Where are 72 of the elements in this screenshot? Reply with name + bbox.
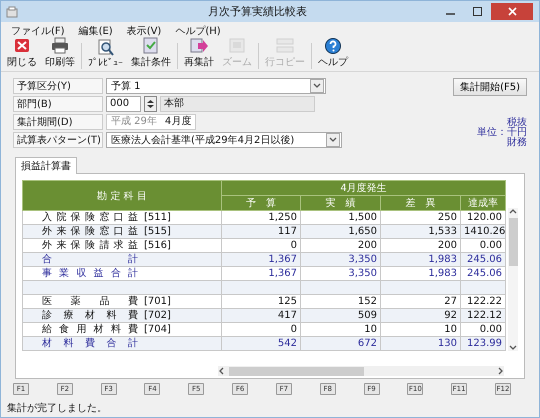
magnifier-page-icon [96, 39, 114, 56]
department-code-field[interactable]: 000 [106, 96, 141, 112]
menu-item[interactable]: 編集(E) [78, 24, 113, 37]
table-cell: 542 [222, 336, 300, 350]
toolbar-button[interactable]: ﾌﾟﾚﾋﾞｭｰ [86, 39, 125, 69]
toolbar-button[interactable]: 閉じる [5, 37, 39, 69]
table-cell: 123.99 [460, 336, 506, 350]
close-icon [508, 7, 516, 16]
field-label: 集計期間(D) [13, 114, 103, 130]
menu-item[interactable]: ヘルプ(H) [175, 24, 221, 37]
start-aggregation-button[interactable]: 集計開始(F5) [453, 78, 527, 96]
scroll-down-icon[interactable] [509, 343, 517, 351]
horizontal-scrollbar[interactable] [218, 366, 504, 376]
window-title: 月次予算実績比較表 [208, 4, 307, 19]
table-cell: 245.06 [460, 252, 506, 266]
account-cell: 外来保険窓口益 [515] [22, 224, 222, 238]
checklist-icon [142, 37, 160, 54]
table-cell: 1,650 [300, 224, 380, 238]
account-cell: 合計 [22, 252, 222, 266]
table-cell: 1,533 [380, 224, 460, 238]
account-cell: 診療材料費 [702] [22, 308, 222, 322]
table-cell: 1410.26 [460, 224, 506, 238]
table-cell: 1,983 [380, 252, 460, 266]
toolbar-button[interactable]: 集計条件 [129, 37, 173, 69]
column-header: 差 異 [380, 196, 460, 210]
note-text: 税抜 [507, 118, 527, 128]
table-cell: 509 [300, 308, 380, 322]
column-header: 達成率 [460, 196, 506, 210]
column-header: 実 績 [300, 196, 380, 210]
note-text: 単位：千円 [477, 128, 527, 138]
up-down-arrows-icon [147, 100, 154, 108]
tab[interactable]: 損益計算書 [15, 157, 77, 174]
table-cell: 672 [300, 336, 380, 350]
toolbar-button[interactable]: ヘルプ [316, 37, 350, 69]
table-cell: 130 [380, 336, 460, 350]
app-icon [6, 6, 18, 18]
table-cell: 3,350 [300, 252, 380, 266]
column-group-header: 4月度発生 [222, 180, 506, 196]
table-cell: 417 [222, 308, 300, 322]
field-label: 部門(B) [13, 96, 103, 112]
close-icon [13, 37, 31, 54]
toolbar-button[interactable]: 印刷等 [43, 37, 77, 69]
table-cell: 92 [380, 308, 460, 322]
budget-type-select[interactable]: 予算 1 [106, 78, 326, 94]
maximize-icon [472, 7, 482, 16]
close-button[interactable] [491, 3, 533, 20]
note-text: 財務 [507, 138, 527, 148]
printer-icon [51, 37, 69, 54]
toolbar-button[interactable]: 再集計 [182, 37, 216, 69]
department-name-field: 本部 [160, 96, 315, 112]
menu-item[interactable]: 表示(V) [126, 24, 162, 37]
period-field[interactable]: 平成 29年 4月度 [106, 114, 196, 130]
account-cell: 材料費合計 [22, 336, 222, 350]
pattern-select[interactable]: 医療法人会計基準(平成29年4月2日以後) [106, 132, 342, 148]
scroll-right-icon[interactable] [496, 367, 504, 375]
screen-icon [228, 37, 246, 54]
column-header: 予 算 [222, 196, 300, 210]
table-cell: 1,367 [222, 252, 300, 266]
table-cell: 122.12 [460, 308, 506, 322]
field-label: 予算区分(Y) [13, 78, 103, 94]
table-cell: 117 [222, 224, 300, 238]
document-arrow-icon [190, 37, 208, 54]
scroll-left-icon[interactable] [218, 367, 226, 375]
status-text: 集計が完了しました。 [6, 402, 108, 416]
vertical-scrollbar[interactable] [508, 208, 518, 351]
column-header: 勘 定 科 目 [22, 180, 222, 210]
rows-icon [276, 37, 294, 54]
field-label: 試算表パターン(T) [13, 132, 103, 148]
help-icon [324, 37, 342, 54]
scroll-up-icon[interactable] [509, 208, 517, 216]
menu-item[interactable]: ファイル(F) [11, 24, 65, 37]
spin-button[interactable] [144, 96, 157, 112]
